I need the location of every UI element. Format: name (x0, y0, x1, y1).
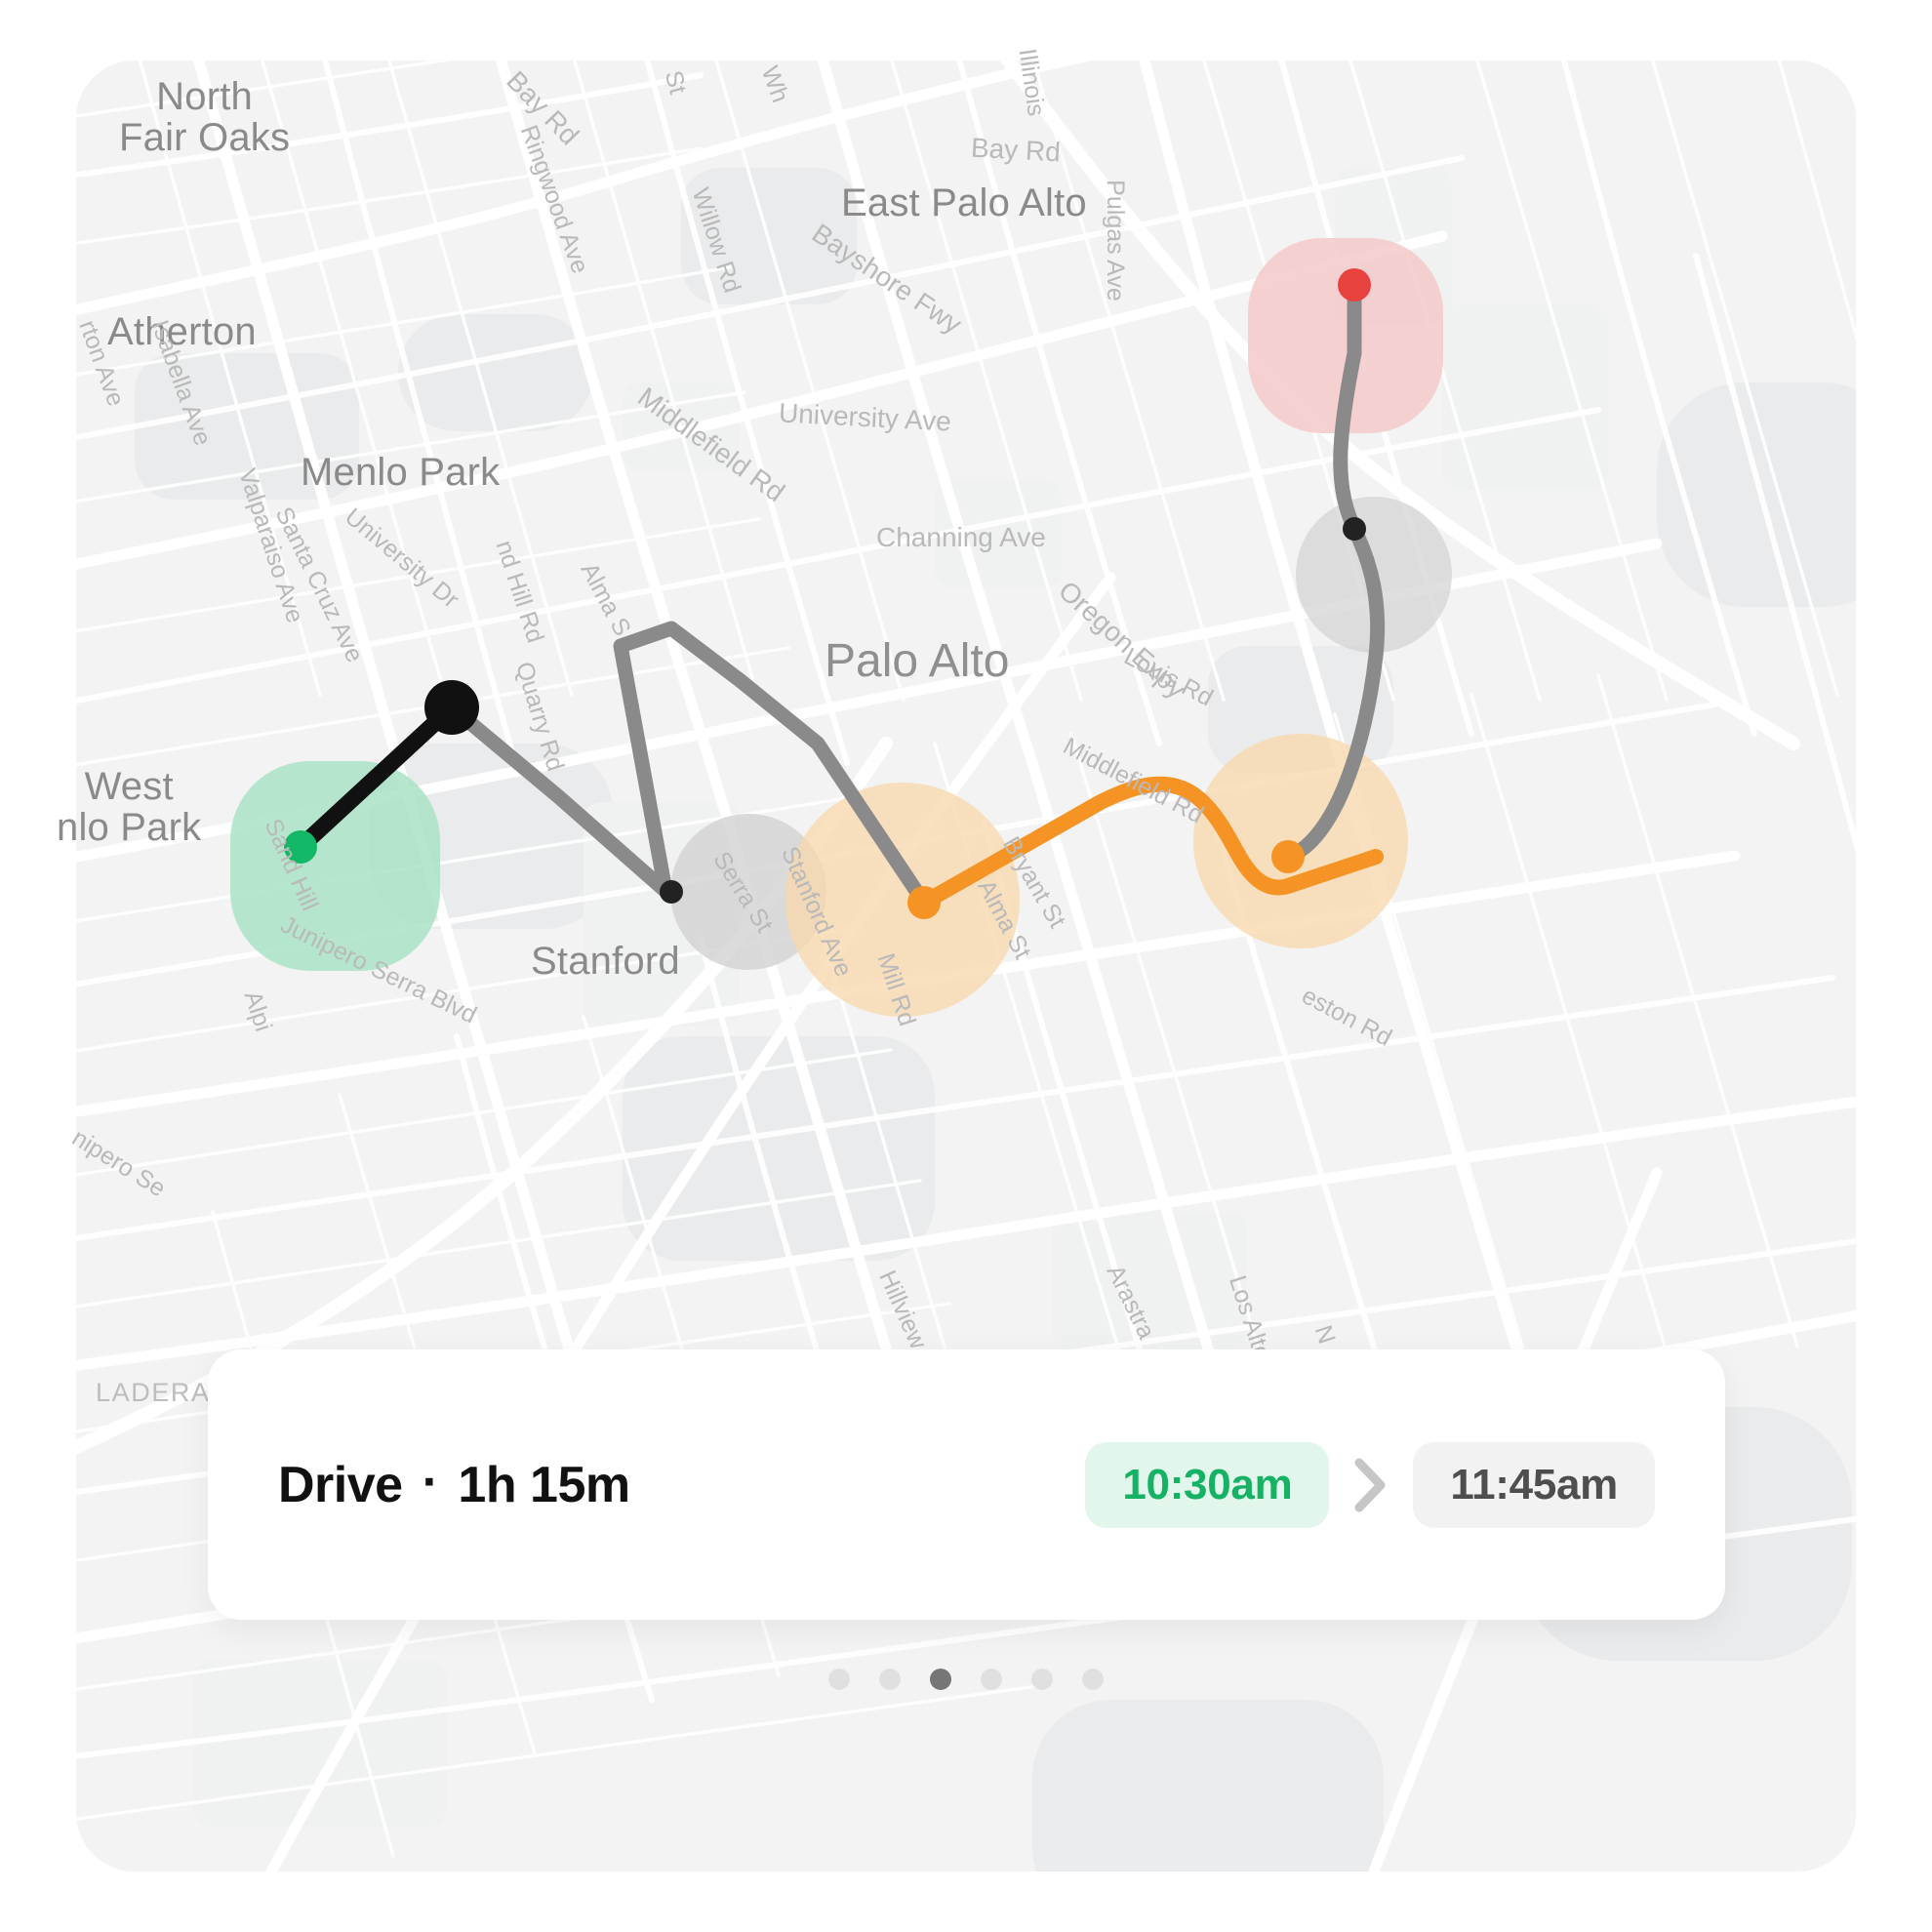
trip-start-time-chip[interactable]: 10:30am (1085, 1441, 1330, 1528)
trip-mode-label: Drive (278, 1456, 403, 1513)
chevron-right-icon (1329, 1442, 1413, 1528)
trip-separator: · (422, 1453, 439, 1510)
trip-time-range: 10:30am 11:45am (1085, 1441, 1655, 1528)
trip-summary-card[interactable]: Drive · 1h 15m 10:30am 11:45am (208, 1349, 1725, 1620)
app-root: North Fair Oaks Atherton Menlo Park East… (0, 0, 1932, 1932)
trip-summary-text: Drive · 1h 15m (278, 1453, 630, 1514)
trip-duration-label: 1h 15m (458, 1456, 630, 1513)
trip-end-time-chip[interactable]: 11:45am (1413, 1441, 1655, 1528)
